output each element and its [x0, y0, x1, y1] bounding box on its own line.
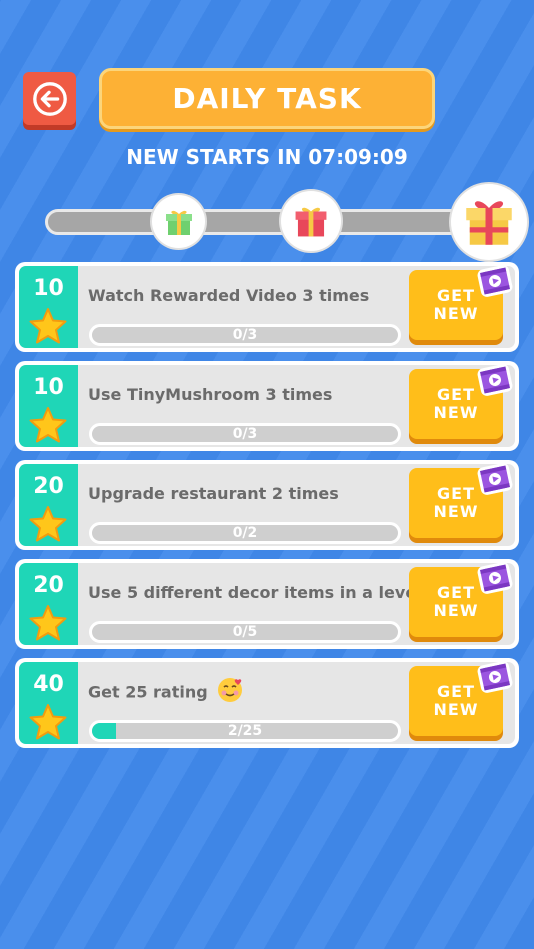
task-label-text: Watch Rewarded Video 3 times	[88, 286, 370, 305]
gift-icon	[165, 210, 192, 235]
reward-amount: 20	[33, 573, 64, 598]
task-progress-bar: 0/2	[89, 522, 401, 544]
get-new-label: GET NEW	[433, 385, 479, 422]
task-row: 20 Use 5 different decor items in a leve…	[15, 559, 519, 649]
task-reward: 10	[19, 266, 78, 348]
task-description: Use TinyMushroom 3 times	[88, 385, 332, 404]
task-row: 40 Get 25 rating 2/25 GET NEW	[15, 658, 519, 748]
task-label-text: Use TinyMushroom 3 times	[88, 385, 333, 404]
task-progress-bar: 0/3	[89, 324, 401, 346]
task-description: Get 25 rating	[88, 678, 244, 704]
milestone-gift-2[interactable]	[281, 191, 341, 251]
reset-timer: NEW STARTS IN 07:09:09	[126, 145, 408, 169]
task-description: Upgrade restaurant 2 times	[88, 484, 339, 503]
star-icon	[29, 407, 67, 443]
milestone-progress-bar	[45, 209, 465, 235]
reward-amount: 10	[33, 375, 64, 400]
reward-amount: 40	[33, 672, 64, 697]
task-reward: 20	[19, 563, 78, 645]
star-icon	[29, 704, 67, 740]
gift-icon	[295, 207, 327, 237]
milestone-gift-1[interactable]	[152, 195, 205, 248]
page-title: DAILY TASK	[99, 68, 435, 129]
star-icon	[29, 308, 67, 344]
task-progress-text: 0/3	[232, 426, 258, 442]
task-reward: 20	[19, 464, 78, 546]
task-reward: 40	[19, 662, 78, 744]
star-icon	[29, 506, 67, 542]
task-progress-text: 0/5	[232, 624, 258, 640]
get-new-label: GET NEW	[433, 682, 479, 719]
task-progress-bar: 2/25	[89, 720, 401, 742]
task-row: 20 Upgrade restaurant 2 times 0/2 GET NEW	[15, 460, 519, 550]
task-description: Watch Rewarded Video 3 times	[88, 286, 369, 305]
gift-icon	[466, 201, 512, 245]
task-progress-bar: 0/5	[89, 621, 401, 643]
star-icon	[29, 605, 67, 641]
task-row: 10 Watch Rewarded Video 3 times 0/3 GET N…	[15, 262, 519, 352]
task-row: 10 Use TinyMushroom 3 times 0/3 GET NEW	[15, 361, 519, 451]
task-label-text: Get 25 rating	[88, 682, 208, 702]
task-reward: 10	[19, 365, 78, 447]
task-progress-text: 2/25	[227, 723, 263, 739]
get-new-label: GET NEW	[433, 286, 479, 323]
back-arrow-icon	[32, 81, 67, 116]
milestone-gift-3[interactable]	[451, 184, 527, 260]
task-label-text: Upgrade restaurant 2 times	[88, 484, 339, 503]
reward-amount: 20	[33, 474, 64, 499]
smiling-face-with-hearts-icon	[217, 678, 242, 702]
task-progress-bar: 0/3	[89, 423, 401, 445]
reward-amount: 10	[33, 276, 64, 301]
back-button[interactable]	[23, 72, 76, 125]
task-progress-text: 0/3	[232, 327, 258, 343]
get-new-label: GET NEW	[433, 484, 479, 521]
task-progress-text: 0/2	[232, 525, 258, 541]
get-new-label: GET NEW	[433, 583, 479, 620]
task-label-text: Use 5 different decor items in a level	[88, 583, 422, 602]
task-description: Use 5 different decor items in a level	[88, 583, 422, 602]
